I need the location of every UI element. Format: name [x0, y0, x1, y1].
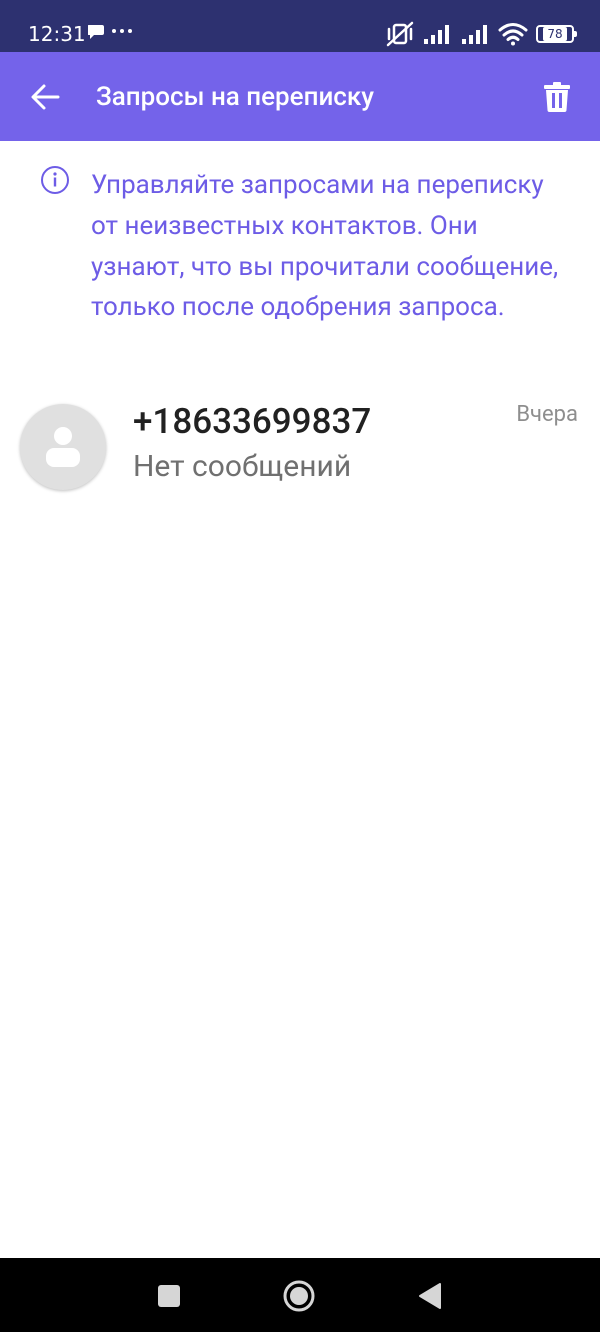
trash-icon	[544, 82, 570, 112]
vibrate-muted-icon	[386, 21, 414, 47]
app-bar: Запросы на переписку	[0, 52, 600, 141]
square-icon	[158, 1285, 180, 1307]
signal-icon	[424, 25, 449, 44]
status-time: 12:31	[28, 22, 86, 46]
wifi-icon	[498, 23, 528, 46]
circle-icon	[283, 1280, 315, 1312]
back-button[interactable]	[18, 72, 72, 122]
status-left-icons	[87, 23, 132, 49]
message-time: Вчера	[516, 402, 578, 427]
navigation-bar	[0, 1258, 600, 1332]
recents-button[interactable]	[149, 1276, 189, 1316]
info-icon	[41, 166, 69, 194]
message-preview: Нет сообщений	[133, 449, 352, 484]
status-bar: 12:31 78	[0, 0, 600, 52]
battery-level: 78	[543, 27, 567, 41]
home-button[interactable]	[279, 1276, 319, 1316]
triangle-back-icon	[419, 1283, 441, 1309]
signal-icon	[462, 25, 487, 44]
page-title: Запросы на переписку	[96, 82, 374, 112]
back-nav-button[interactable]	[410, 1276, 450, 1316]
list-item[interactable]: +18633699837 Нет сообщений Вчера	[0, 390, 600, 506]
delete-button[interactable]	[532, 72, 582, 122]
avatar	[20, 404, 106, 490]
arrow-left-icon	[31, 84, 60, 110]
info-text: Управляйте запросами на переписку от неи…	[91, 170, 559, 323]
battery-icon: 78	[536, 25, 577, 43]
contact-name: +18633699837	[133, 401, 372, 442]
status-right-icons: 78	[386, 21, 577, 47]
notification-icons	[87, 25, 132, 39]
person-icon	[46, 427, 80, 467]
